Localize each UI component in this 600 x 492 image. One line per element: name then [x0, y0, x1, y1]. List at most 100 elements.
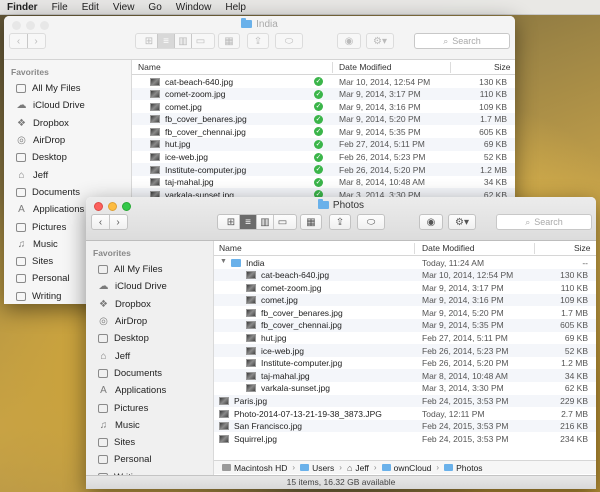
- sidebar-item[interactable]: ⌂ Jeff: [86, 347, 213, 364]
- column-date[interactable]: Date Modified: [422, 243, 474, 253]
- coverflow-view-icon[interactable]: ▭: [274, 215, 291, 229]
- file-row[interactable]: cat-beach-640.jpg ✓ Mar 10, 2014, 12:54 PM…: [132, 75, 515, 88]
- column-view-icon[interactable]: ▥: [175, 34, 192, 48]
- file-row[interactable]: Photo-2014-07-13-21-19-38_3873.JPG Today,…: [214, 407, 596, 420]
- menu-file[interactable]: File: [52, 2, 68, 13]
- sidebar-item[interactable]: All My Files: [4, 80, 131, 97]
- file-row[interactable]: fb_cover_benares.jpg ✓ Mar 9, 2014, 5:20 P…: [132, 112, 515, 126]
- column-name[interactable]: Name: [138, 62, 161, 72]
- sidebar-item[interactable]: ☁ iCloud Drive: [86, 278, 213, 295]
- forward-arrow-icon[interactable]: ›: [28, 34, 45, 48]
- file-row[interactable]: fb_cover_benares.jpg Mar 9, 2014, 5:20 PM…: [214, 306, 596, 319]
- file-row[interactable]: Institute-computer.jpg Feb 26, 2014, 5:20…: [214, 357, 596, 370]
- file-row[interactable]: Squirrel.jpg Feb 24, 2015, 3:53 PM 234 KB: [214, 432, 596, 445]
- file-row[interactable]: cat-beach-640.jpg Mar 10, 2014, 12:54 PM 1…: [214, 268, 596, 282]
- action-button[interactable]: ⚙▾: [366, 33, 394, 49]
- all-my-files-icon: [16, 84, 26, 94]
- titlebar[interactable]: India ‹ › ⊞ ≡ ▥ ▭ ▦ ⇪ ⬭ ◉ ⚙▾ ⌕ Search: [4, 16, 515, 60]
- action-button[interactable]: ⚙▾: [448, 214, 476, 230]
- file-name: hut.jpg: [261, 333, 287, 344]
- column-name[interactable]: Name: [219, 243, 242, 253]
- file-row[interactable]: varkala-sunset.jpg Mar 3, 2014, 3:30 PM 62…: [214, 382, 596, 395]
- sidebar-item[interactable]: Desktop: [4, 149, 131, 166]
- sidebar-item[interactable]: ◎ AirDrop: [86, 313, 213, 330]
- menu-help[interactable]: Help: [225, 2, 246, 13]
- share-button[interactable]: ⇪: [329, 214, 351, 230]
- file-row[interactable]: fb_cover_chennai.jpg Mar 9, 2014, 5:35 PM…: [214, 318, 596, 332]
- menu-go[interactable]: Go: [148, 2, 161, 13]
- path-item[interactable]: ownCloud: [381, 463, 431, 473]
- sidebar-item[interactable]: ☁ iCloud Drive: [4, 97, 131, 114]
- file-row[interactable]: taj-mahal.jpg ✓ Mar 8, 2014, 10:48 AM 34 KB: [132, 176, 515, 189]
- tags-button[interactable]: ⬭: [357, 214, 385, 230]
- titlebar[interactable]: Photos ‹ › ⊞ ≡ ▥ ▭ ▦ ⇪ ⬭ ◉ ⚙▾ ⌕ Search: [86, 197, 596, 241]
- list-view-icon[interactable]: ≡: [240, 215, 257, 229]
- finder-window-photos: Photos ‹ › ⊞ ≡ ▥ ▭ ▦ ⇪ ⬭ ◉ ⚙▾ ⌕ Search Favori…: [86, 197, 596, 489]
- search-icon: ⌕: [525, 216, 531, 227]
- menu-view[interactable]: View: [113, 2, 135, 13]
- file-row[interactable]: comet.jpg ✓ Mar 9, 2014, 3:16 PM 109 KB: [132, 100, 515, 113]
- image-file-icon: [219, 434, 229, 443]
- file-row[interactable]: comet.jpg Mar 9, 2014, 3:16 PM 109 KB: [214, 293, 596, 307]
- file-row[interactable]: fb_cover_chennai.jpg ✓ Mar 9, 2014, 5:35 P…: [132, 125, 515, 138]
- sidebar-item[interactable]: Desktop: [86, 330, 213, 347]
- sidebar-item[interactable]: Pictures: [86, 399, 213, 416]
- sidebar-item[interactable]: A Applications: [86, 382, 213, 399]
- sidebar-item[interactable]: ❖ Dropbox: [86, 296, 213, 313]
- sidebar-item-label: Music: [33, 238, 58, 250]
- list-view-icon[interactable]: ≡: [158, 34, 175, 48]
- coverflow-view-icon[interactable]: ▭: [192, 34, 209, 48]
- sidebar-item[interactable]: ❖ Dropbox: [4, 115, 131, 132]
- file-row[interactable]: Institute-computer.jpg ✓ Feb 26, 2014, 5:2…: [132, 163, 515, 176]
- arrange-button[interactable]: ▦: [218, 33, 240, 49]
- share-button[interactable]: ⇪: [247, 33, 269, 49]
- arrange-button[interactable]: ▦: [300, 214, 322, 230]
- sidebar-item[interactable]: All My Files: [86, 261, 213, 278]
- quicklook-button[interactable]: ◉: [337, 33, 361, 49]
- menu-edit[interactable]: Edit: [82, 2, 99, 13]
- sidebar-item[interactable]: ◎ AirDrop: [4, 132, 131, 149]
- column-view-icon[interactable]: ▥: [257, 215, 274, 229]
- disclosure-triangle-icon[interactable]: ▼: [220, 258, 227, 265]
- quicklook-button[interactable]: ◉: [419, 214, 443, 230]
- sidebar-item[interactable]: ♫ Music: [86, 417, 213, 434]
- sidebar-item[interactable]: Documents: [86, 365, 213, 382]
- icon-view-icon[interactable]: ⊞: [141, 34, 158, 48]
- file-row[interactable]: Paris.jpg Feb 24, 2015, 3:53 PM 229 KB: [214, 394, 596, 408]
- file-row[interactable]: San Francisco.jpg Feb 24, 2015, 3:53 PM 21…: [214, 419, 596, 433]
- file-row[interactable]: ice-web.jpg Feb 26, 2014, 5:23 PM 52 KB: [214, 344, 596, 357]
- path-item[interactable]: Users: [300, 463, 334, 473]
- image-file-icon: [246, 384, 256, 393]
- sidebar-item[interactable]: ⌂ Jeff: [4, 166, 131, 183]
- path-item[interactable]: Macintosh HD: [222, 463, 287, 473]
- search-field[interactable]: ⌕ Search: [414, 33, 510, 49]
- file-name: cat-beach-640.jpg: [261, 270, 330, 281]
- file-row[interactable]: hut.jpg ✓ Feb 27, 2014, 5:11 PM 69 KB: [132, 137, 515, 151]
- sidebar-item[interactable]: Personal: [86, 451, 213, 468]
- back-arrow-icon[interactable]: ‹: [93, 215, 110, 229]
- file-row[interactable]: comet-zoom.jpg Mar 9, 2014, 3:17 PM 110 KB: [214, 281, 596, 294]
- tags-button[interactable]: ⬭: [275, 33, 303, 49]
- column-size[interactable]: Size: [494, 62, 511, 72]
- file-row[interactable]: hut.jpg Feb 27, 2014, 5:11 PM 69 KB: [214, 332, 596, 345]
- folder-icon: [98, 438, 108, 448]
- column-date[interactable]: Date Modified: [339, 62, 391, 72]
- folder-icon: [98, 455, 108, 465]
- sidebar-item[interactable]: Sites: [86, 434, 213, 451]
- sync-status-icon: ✓: [314, 77, 323, 86]
- back-arrow-icon[interactable]: ‹: [11, 34, 28, 48]
- menu-finder[interactable]: Finder: [7, 2, 38, 13]
- file-date: Feb 26, 2014, 5:20 PM: [339, 164, 426, 175]
- icon-view-icon[interactable]: ⊞: [223, 215, 240, 229]
- path-item[interactable]: ⌂ Jeff: [347, 463, 369, 473]
- path-item[interactable]: Photos: [444, 463, 483, 473]
- file-row[interactable]: ice-web.jpg ✓ Feb 26, 2014, 5:23 PM 52 KB: [132, 151, 515, 164]
- menu-window[interactable]: Window: [176, 2, 212, 13]
- column-size[interactable]: Size: [574, 243, 591, 253]
- forward-arrow-icon[interactable]: ›: [110, 215, 127, 229]
- file-row[interactable]: taj-mahal.jpg Mar 8, 2014, 10:48 AM 34 KB: [214, 369, 596, 382]
- applications-icon: A: [18, 204, 25, 216]
- file-row[interactable]: comet-zoom.jpg ✓ Mar 9, 2014, 3:17 PM 110 K…: [132, 87, 515, 101]
- search-field[interactable]: ⌕ Search: [496, 214, 592, 230]
- file-row[interactable]: India ▼ Today, 11:24 AM --: [214, 256, 596, 269]
